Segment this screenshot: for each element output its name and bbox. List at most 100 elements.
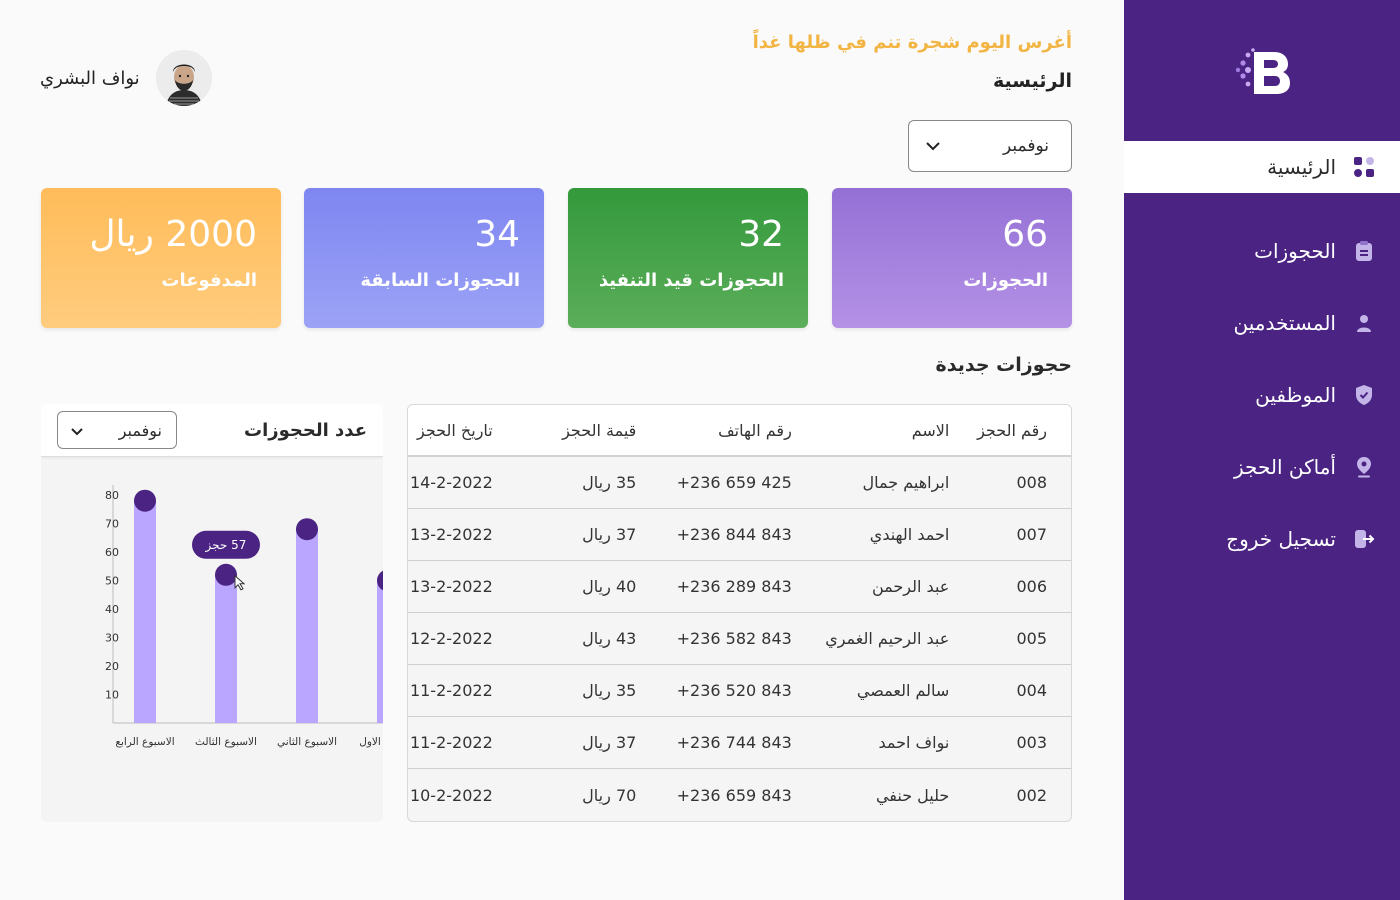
shield-icon: [1352, 383, 1376, 407]
stat-value: 2000 ريال: [89, 214, 257, 255]
table-row[interactable]: 004 سالم العمصي +236 520 843 35 ريال 11-…: [408, 665, 1071, 717]
chart-tooltip-text: 57 حجز: [205, 538, 247, 553]
new-bookings-title: حجوزات جديدة: [935, 354, 1072, 376]
y-tick-label: 40: [105, 603, 119, 616]
y-tick-label: 20: [105, 660, 119, 673]
booking-id: 003: [1016, 733, 1047, 752]
month-dropdown[interactable]: نوفمبر: [908, 120, 1072, 172]
user-name: نواف البشري: [40, 67, 140, 89]
booking-phone: +236 844 843: [676, 525, 792, 544]
bar-marker: [134, 489, 156, 512]
booking-id: 005: [1016, 629, 1047, 648]
clipboard-icon: [1352, 239, 1376, 263]
column-header-phone[interactable]: رقم الهاتف: [636, 421, 792, 440]
sidebar-item-home[interactable]: الرئيسية: [1124, 141, 1400, 193]
booking-id: 006: [1016, 577, 1047, 596]
y-tick-label: 30: [105, 632, 119, 645]
booking-price: 43 ريال: [582, 629, 637, 648]
bar-marker: [215, 563, 237, 586]
stat-card-bookings[interactable]: 66 الحجوزات: [832, 188, 1072, 328]
table-row[interactable]: 002 حليل حنفي +236 659 843 70 ريال 10-2-…: [408, 769, 1071, 821]
table-row[interactable]: 005 عبد الرحيم الغمري +236 582 843 43 ري…: [408, 613, 1071, 665]
booking-date: 10-2-2022: [409, 785, 493, 805]
bar-chart: 10 20 30 40 50 60 70 80 الاسبوع الرابع الاسبوع ال…: [105, 485, 383, 748]
booking-phone: +236 659 425: [676, 473, 792, 492]
booking-name: احمد الهندي: [869, 525, 950, 544]
booking-name: ابراهيم جمال: [862, 473, 950, 492]
booking-phone: +236 744 843: [676, 733, 792, 752]
stat-value: 66: [1002, 214, 1048, 255]
stat-card-previous[interactable]: 34 الحجوزات السابقة: [304, 188, 544, 328]
bookings-chart-card: عدد الحجوزات نوفمبر 10 20 30 40 50 60 70 80 الاس…: [41, 404, 383, 822]
x-tick-label: الاسبوع الثالث: [195, 736, 257, 748]
sidebar-item-bookings[interactable]: الحجوزات: [1124, 225, 1400, 277]
y-tick-label: 50: [105, 575, 119, 588]
x-tick-label: الاسبوع الرابع: [115, 736, 174, 748]
y-tick-label: 80: [105, 489, 119, 502]
chevron-down-icon: [70, 421, 84, 440]
bar: [134, 500, 156, 723]
table-row[interactable]: 003 نواف احمد +236 744 843 37 ريال 11-2-…: [408, 717, 1071, 769]
booking-price: 37 ريال: [582, 733, 637, 752]
dashboard-icon: [1352, 155, 1376, 179]
stat-label: الحجوزات السابقة: [360, 270, 520, 291]
booking-id: 002: [1016, 785, 1047, 805]
booking-name: عبد الرحمن: [871, 577, 950, 596]
sidebar-item-label: الموظفين: [1255, 383, 1336, 407]
app-logo[interactable]: [1234, 46, 1294, 98]
booking-phone: +236 659 843: [676, 785, 792, 805]
sidebar-item-logout[interactable]: تسجيل خروج: [1124, 513, 1400, 565]
y-tick-label: 70: [105, 518, 119, 531]
stat-card-in-progress[interactable]: 32 الحجوزات قيد التنفيذ: [568, 188, 808, 328]
column-header-name[interactable]: الاسم: [792, 421, 950, 440]
avatar[interactable]: [155, 50, 212, 106]
booking-price: 35 ريال: [582, 681, 637, 700]
booking-date: 11-2-2022: [409, 681, 493, 700]
sidebar-item-locations[interactable]: أماكن الحجز: [1124, 441, 1400, 493]
x-tick-label: الاسبوع الاول: [359, 736, 383, 748]
logout-icon: [1352, 527, 1376, 551]
sidebar-item-label: المستخدمين: [1233, 311, 1336, 335]
table-row[interactable]: 007 احمد الهندي +236 844 843 37 ريال 13-…: [408, 509, 1071, 561]
booking-id: 004: [1016, 681, 1047, 700]
location-pin-icon: [1352, 455, 1376, 479]
booking-name: عبد الرحيم الغمري: [825, 629, 950, 648]
sidebar: الرئيسية الحجوزات المستخدمين الموظفين أم…: [1124, 0, 1400, 900]
booking-price: 35 ريال: [582, 473, 637, 492]
sidebar-item-label: أماكن الحجز: [1234, 455, 1336, 479]
sidebar-item-label: الحجوزات: [1254, 239, 1336, 263]
sidebar-item-label: تسجيل خروج: [1226, 527, 1336, 551]
booking-price: 70 ريال: [582, 785, 637, 805]
chart-month-value: نوفمبر: [118, 420, 162, 440]
chevron-down-icon: [925, 136, 941, 156]
column-header-id[interactable]: رقم الحجز: [949, 421, 1071, 440]
booking-name: حليل حنفي: [875, 785, 950, 805]
chart-header: عدد الحجوزات نوفمبر: [41, 404, 383, 457]
column-header-price[interactable]: قيمة الحجز: [493, 421, 636, 440]
sidebar-item-employees[interactable]: الموظفين: [1124, 369, 1400, 421]
chart-title: عدد الحجوزات: [244, 419, 367, 441]
user-icon: [1352, 311, 1376, 335]
x-tick-label: الاسبوع الثاني: [277, 736, 337, 748]
booking-date: 14-2-2022: [409, 473, 493, 492]
bar-marker: [296, 518, 318, 541]
user-profile[interactable]: نواف البشري: [40, 50, 212, 106]
stat-label: الحجوزات: [963, 270, 1048, 291]
stat-value: 32: [738, 214, 784, 255]
sidebar-item-users[interactable]: المستخدمين: [1124, 297, 1400, 349]
table-row[interactable]: 008 ابراهيم جمال +236 659 425 35 ريال 14…: [408, 457, 1071, 509]
column-header-date[interactable]: تاريخ الحجز: [408, 421, 493, 440]
booking-date: 13-2-2022: [409, 525, 493, 544]
table-row[interactable]: 006 عبد الرحمن +236 289 843 40 ريال 13-2…: [408, 561, 1071, 613]
table-header: رقم الحجز الاسم رقم الهاتف قيمة الحجز تا…: [408, 405, 1071, 457]
booking-date: 13-2-2022: [409, 577, 493, 596]
booking-name: سالم العمصي: [856, 681, 950, 700]
booking-phone: +236 289 843: [676, 577, 792, 596]
bar: [215, 574, 237, 723]
page-title: الرئيسية: [993, 70, 1072, 92]
chart-month-dropdown[interactable]: نوفمبر: [57, 411, 177, 449]
month-dropdown-value: نوفمبر: [1003, 136, 1049, 156]
stat-card-payments[interactable]: 2000 ريال المدفوعات: [41, 188, 281, 328]
bar: [377, 580, 383, 723]
booking-date: 12-2-2022: [409, 629, 493, 648]
